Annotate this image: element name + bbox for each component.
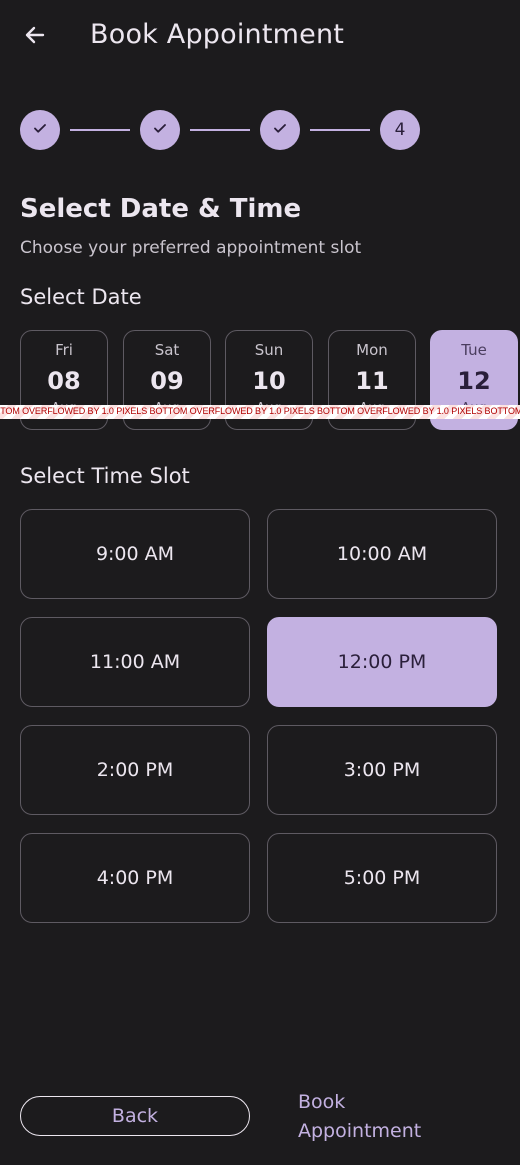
time-slot[interactable]: 3:00 PM [267,725,497,815]
date-weekday: Mon [356,341,388,359]
back-arrow-icon[interactable] [20,20,50,50]
section-subtitle: Choose your preferred appointment slot [20,238,362,258]
time-slot[interactable]: 5:00 PM [267,833,497,923]
date-weekday: Fri [55,341,73,359]
date-weekday: Sat [154,341,180,359]
date-weekday: Tue [461,341,487,359]
step-connector [70,129,130,131]
date-day: 08 [47,367,81,395]
date-weekday: Sun [254,341,284,359]
step-4-current: 4 [380,110,420,150]
step-connector [310,129,370,131]
date-day: 09 [150,367,184,395]
select-date-label: Select Date [20,285,142,309]
select-time-label: Select Time Slot [20,464,190,488]
book-appointment-label: Book Appointment [298,1091,422,1142]
time-slot[interactable]: 9:00 AM [20,509,250,599]
date-day: 12 [457,367,491,395]
step-3-done [260,110,300,150]
back-button[interactable]: Back [20,1096,250,1136]
overflow-warning-strip: BOTTOM OVERFLOWED BY 1.0 PIXELS BOTTOM O… [0,405,520,419]
date-day: 10 [252,367,286,395]
check-icon [151,119,169,142]
check-icon [31,119,49,142]
step-number: 4 [394,120,406,140]
book-appointment-button[interactable]: Book Appointment [278,1088,488,1148]
time-slot-selected[interactable]: 12:00 PM [267,617,497,707]
time-slot[interactable]: 10:00 AM [267,509,497,599]
step-2-done [140,110,180,150]
progress-stepper: 4 [20,110,420,150]
page-title: Book Appointment [90,19,345,50]
step-connector [190,129,250,131]
app-bar: Book Appointment [0,0,520,72]
time-slot[interactable]: 11:00 AM [20,617,250,707]
time-slot[interactable]: 2:00 PM [20,725,250,815]
check-icon [271,119,289,142]
overflow-warning-text: BOTTOM OVERFLOWED BY 1.0 PIXELS BOTTOM O… [0,406,520,416]
time-slot[interactable]: 4:00 PM [20,833,250,923]
section-title: Select Date & Time [20,194,302,224]
step-1-done [20,110,60,150]
date-day: 11 [355,367,389,395]
